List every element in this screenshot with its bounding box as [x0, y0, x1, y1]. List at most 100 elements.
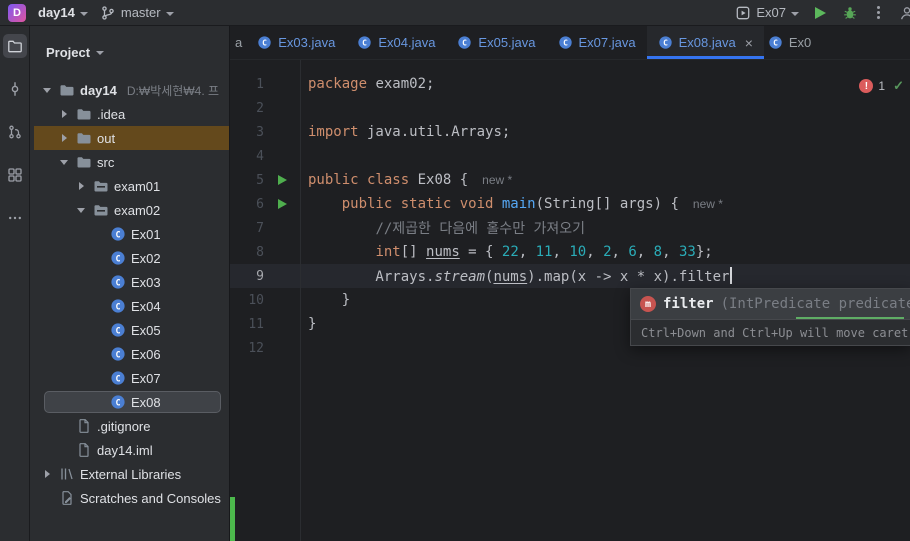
- close-tab-icon[interactable]: ×: [745, 36, 753, 50]
- svg-text:C: C: [663, 39, 668, 48]
- folder-icon: [59, 82, 75, 98]
- code-token: ,: [611, 244, 629, 260]
- run-line-button[interactable]: [277, 199, 287, 209]
- completion-item-filter[interactable]: m filter (IntPredicate predicate): [631, 289, 910, 319]
- code-line-7[interactable]: 7 //제곱한 다음에 홀수만 가져오기: [230, 216, 910, 240]
- tree-item-idea[interactable]: .idea: [30, 102, 229, 126]
- structure-icon: [7, 167, 23, 183]
- tab-ex08-java[interactable]: C Ex08.java ×: [646, 26, 765, 59]
- project-folder-icon: [7, 38, 23, 54]
- code-token: (String[] args) {: [535, 196, 679, 212]
- branch-switcher[interactable]: master: [100, 5, 174, 21]
- tree-item-gitignore[interactable]: .gitignore: [30, 414, 229, 438]
- gutter: 7: [230, 216, 300, 240]
- match-underline: [796, 317, 904, 319]
- gutter: 4: [230, 144, 300, 168]
- tree-item-exam01[interactable]: exam01: [30, 174, 229, 198]
- code-line-6[interactable]: 6 public static void main(String[] args)…: [230, 192, 910, 216]
- chevron-down-icon[interactable]: [57, 159, 71, 165]
- tree-item-out[interactable]: out: [30, 126, 229, 150]
- tree-item-ex04[interactable]: C Ex04: [30, 294, 229, 318]
- code-line-2[interactable]: 2: [230, 96, 910, 120]
- code-token: main: [501, 196, 536, 212]
- code-line-5[interactable]: 5 public class Ex08 {new *: [230, 168, 910, 192]
- line-number: 8: [256, 244, 264, 260]
- chevron-right-icon[interactable]: [57, 134, 71, 142]
- inlay-hint: new *: [482, 173, 513, 187]
- svg-text:C: C: [115, 254, 120, 264]
- code-text: Arrays.stream(nums).map(x -> x * x).filt…: [300, 267, 733, 285]
- code-line-9[interactable]: 9 Arrays.stream(nums).map(x -> x * x).fi…: [230, 264, 910, 288]
- svg-text:C: C: [115, 398, 120, 408]
- commit-tool-button[interactable]: [3, 77, 27, 101]
- structure-tool-button[interactable]: [3, 163, 27, 187]
- editor[interactable]: 1 package exam02; 2 3 import java.util.Array…: [230, 60, 910, 541]
- inspections-widget[interactable]: ! 1 ✓: [859, 78, 904, 94]
- tree-item-day14[interactable]: day14 D:₩박세현₩4. 프: [30, 78, 229, 102]
- package-icon: [93, 178, 109, 194]
- class-icon: C: [110, 346, 126, 362]
- tree-item-scratches-and-consoles[interactable]: Scratches and Consoles: [30, 486, 229, 510]
- editor-column: a C Ex03.java C Ex04.java C Ex05.java C Ex07.jav…: [230, 26, 910, 541]
- tab-ex05-java[interactable]: C Ex05.java: [446, 26, 546, 59]
- more-options-icon[interactable]: [877, 11, 880, 14]
- chevron-right-icon[interactable]: [40, 470, 54, 478]
- project-switcher[interactable]: day14: [38, 5, 88, 20]
- java-class-icon: C: [768, 35, 783, 50]
- run-line-button[interactable]: [277, 175, 287, 185]
- project-panel-header[interactable]: Project: [30, 26, 229, 78]
- code-token: nums: [493, 269, 528, 285]
- tree-item-ex08[interactable]: C Ex08: [30, 390, 229, 414]
- run-button[interactable]: [815, 6, 826, 19]
- class-icon: C: [110, 322, 126, 338]
- tree-item-label: exam02: [114, 202, 161, 218]
- code-line-3[interactable]: 3 import java.util.Arrays;: [230, 120, 910, 144]
- line-number: 7: [256, 220, 264, 236]
- more-tool-button[interactable]: [3, 206, 27, 230]
- tree-item-ex05[interactable]: C Ex05: [30, 318, 229, 342]
- code-token: //제곱한 다음에 홀수만 가져오기: [375, 221, 586, 237]
- tree-item-exam02[interactable]: exam02: [30, 198, 229, 222]
- svg-text:C: C: [563, 39, 568, 48]
- gutter: 9: [230, 264, 300, 288]
- pull-request-tool-button[interactable]: [3, 120, 27, 144]
- run-config-selector[interactable]: Ex07: [735, 5, 799, 21]
- tree-item-src[interactable]: src: [30, 150, 229, 174]
- debug-button[interactable]: [842, 5, 858, 21]
- tree-item-ex07[interactable]: C Ex07: [30, 366, 229, 390]
- tree-item-day14-iml[interactable]: day14.iml: [30, 438, 229, 462]
- tree-item-external-libraries[interactable]: External Libraries: [30, 462, 229, 486]
- code-token: ,: [552, 244, 570, 260]
- tree-item-ex03[interactable]: C Ex03: [30, 270, 229, 294]
- code-line-8[interactable]: 8 int[] nums = { 22, 11, 10, 2, 6, 8, 33…: [230, 240, 910, 264]
- tab-ex07-java[interactable]: C Ex07.java: [547, 26, 647, 59]
- chevron-right-icon[interactable]: [57, 110, 71, 118]
- chevron-right-icon[interactable]: [74, 182, 88, 190]
- branch-icon: [100, 5, 116, 21]
- tab-ex03-java[interactable]: C Ex03.java: [246, 26, 346, 59]
- code-text: }: [300, 292, 350, 308]
- tree-item-ex02[interactable]: C Ex02: [30, 246, 229, 270]
- avatar[interactable]: [899, 5, 910, 21]
- tab-a[interactable]: a: [231, 26, 246, 59]
- tab-ex04-java[interactable]: C Ex04.java: [346, 26, 446, 59]
- tree-item-ex01[interactable]: C Ex01: [30, 222, 229, 246]
- tree-item-ex06[interactable]: C Ex06: [30, 342, 229, 366]
- code-line-1[interactable]: 1 package exam02;: [230, 72, 910, 96]
- line-number: 1: [256, 76, 264, 92]
- ide-window: D day14 master Ex07 Project day14 D:₩박세현…: [0, 0, 910, 541]
- code-line-4[interactable]: 4: [230, 144, 910, 168]
- code-text: }: [300, 316, 316, 332]
- chevron-down-icon[interactable]: [40, 87, 54, 93]
- tab-label: a: [235, 35, 243, 50]
- project-folder-tool-button[interactable]: [2, 34, 27, 58]
- checkmark-icon: ✓: [893, 78, 904, 93]
- tab-ex0[interactable]: C Ex0: [764, 26, 815, 59]
- chevron-down-icon[interactable]: [74, 207, 88, 213]
- code-text: import java.util.Arrays;: [300, 124, 510, 140]
- code-token: 22: [501, 244, 519, 260]
- gutter: 11: [230, 312, 300, 336]
- tree-item-label: Ex08: [131, 394, 161, 410]
- tree-item-label: day14.iml: [97, 442, 153, 458]
